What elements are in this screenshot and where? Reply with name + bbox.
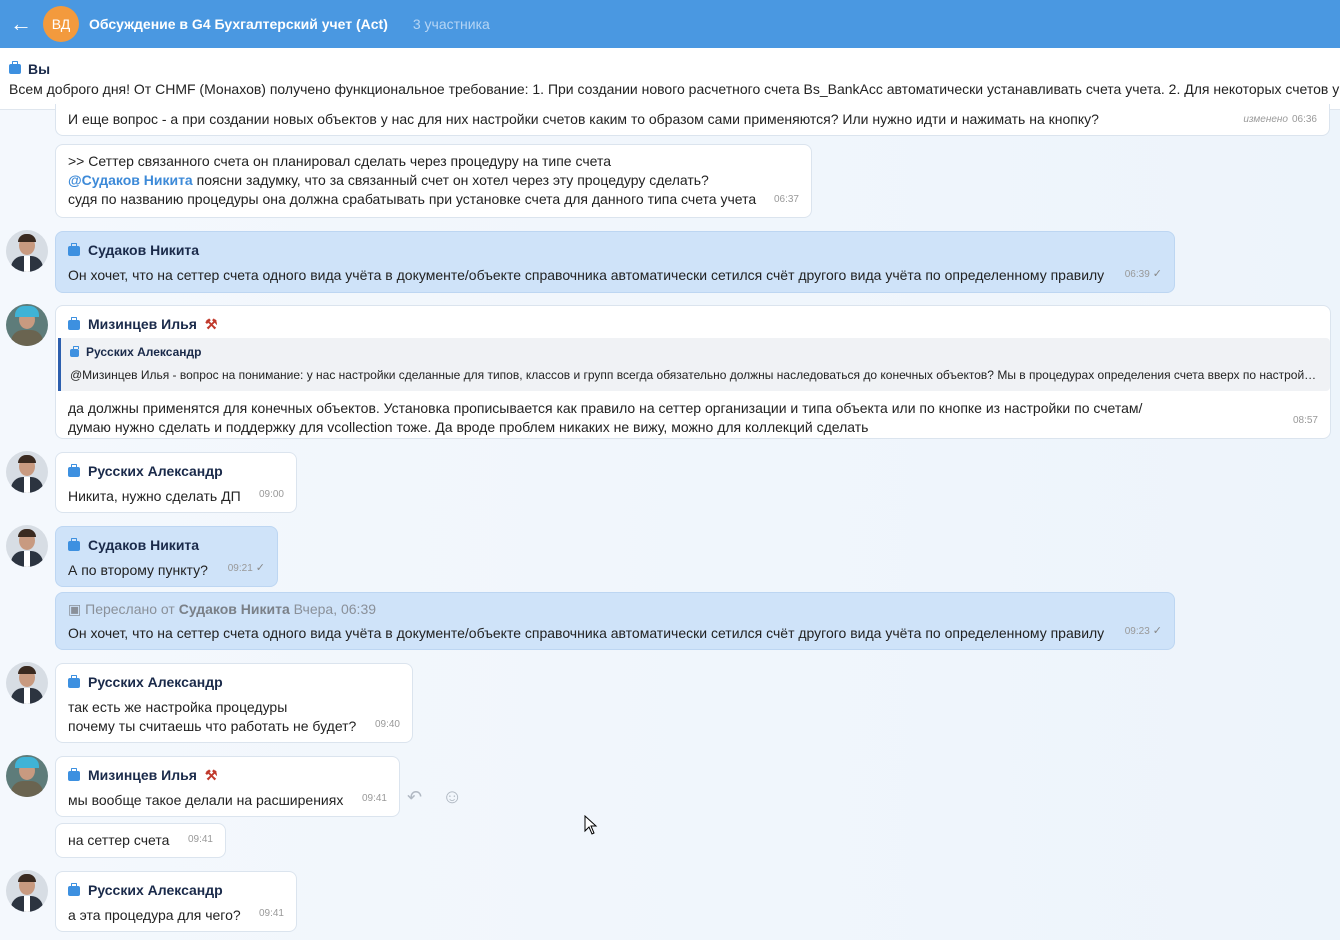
mention-link[interactable]: @Судаков Никита	[68, 172, 193, 188]
message-bubble[interactable]: Русских Александр а эта процедура для че…	[55, 871, 297, 932]
check-icon: ✓	[255, 562, 265, 574]
participants-count[interactable]: 3 участника	[413, 16, 490, 32]
reply-icon[interactable]: ↶	[407, 787, 422, 808]
message-bubble[interactable]: Судаков Никита А по второму пункту? 09:2…	[55, 526, 278, 587]
message-bubble[interactable]: Мизинцев Илья ⚒ мы вообще такое делали на…	[55, 756, 400, 817]
avatar[interactable]	[6, 230, 48, 272]
avatar[interactable]	[6, 755, 48, 797]
briefcase-icon	[9, 61, 21, 74]
quoted-message[interactable]: Русских Александр @Мизинцев Илья - вопро…	[58, 338, 1330, 391]
message-bubble[interactable]: на сеттер счета 09:41	[55, 823, 226, 858]
briefcase-icon	[68, 767, 80, 781]
check-icon: ✓	[1152, 625, 1162, 637]
briefcase-icon	[68, 463, 80, 477]
chat-title[interactable]: Обсуждение в G4 Бухгалтерский учет (Act)	[89, 16, 388, 32]
avatar[interactable]	[6, 304, 48, 346]
briefcase-icon	[68, 882, 80, 896]
avatar[interactable]	[6, 870, 48, 912]
briefcase-icon	[70, 345, 79, 357]
briefcase-icon	[68, 316, 80, 330]
hammer-icon: ⚒	[204, 316, 218, 332]
briefcase-icon	[68, 537, 80, 551]
forwarded-message[interactable]: ▣ Переслано от Судаков Никита Вчера, 06:…	[55, 592, 1175, 650]
emoji-icon[interactable]: ☺	[442, 786, 462, 809]
pinned-message[interactable]: Вы Всем доброго дня! От CHMF (Монахов) п…	[0, 48, 1340, 110]
briefcase-icon	[68, 674, 80, 688]
mouse-cursor-icon	[584, 815, 598, 835]
hammer-icon: ⚒	[204, 767, 218, 783]
message-bubble[interactable]: Русских Александр так есть же настройка …	[55, 663, 413, 743]
avatar[interactable]	[6, 451, 48, 493]
avatar[interactable]	[6, 525, 48, 567]
chat-avatar[interactable]: ВД	[43, 6, 79, 42]
message-bubble[interactable]: Русских Александр Никита, нужно сделать …	[55, 452, 297, 513]
message-bubble[interactable]: Судаков Никита Он хочет, что на сеттер с…	[55, 231, 1175, 293]
message-bubble[interactable]: И еще вопрос - а при создании новых объе…	[55, 104, 1330, 136]
message-bubble[interactable]: Мизинцев Илья ⚒ Русских Александр @Мизинц…	[55, 305, 1331, 439]
chat-header: ← ВД Обсуждение в G4 Бухгалтерский учет …	[0, 0, 1340, 48]
avatar[interactable]	[6, 662, 48, 704]
briefcase-icon	[68, 242, 80, 256]
message-bubble[interactable]: >> Сеттер связанного счета он планировал…	[55, 144, 812, 218]
check-icon: ✓	[1152, 268, 1162, 280]
back-arrow-icon[interactable]: ←	[10, 11, 32, 37]
forward-icon: ▣	[68, 601, 82, 617]
